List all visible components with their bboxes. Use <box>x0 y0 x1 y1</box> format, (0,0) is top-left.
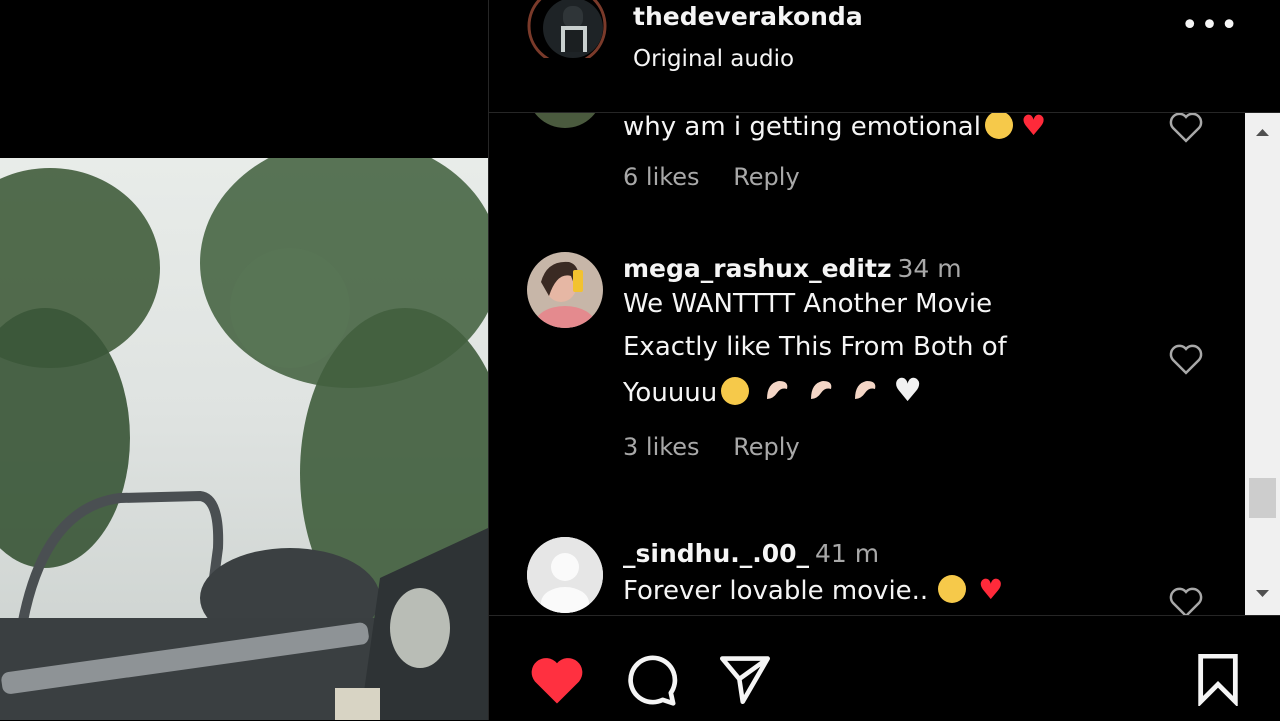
author-avatar[interactable] <box>527 0 607 66</box>
red-heart-emoji: ♥ <box>978 573 1004 606</box>
video-player[interactable] <box>0 0 488 720</box>
comments-list[interactable]: why am i getting emotional ♥ 6 likes Repl… <box>489 112 1245 615</box>
scroll-up-arrow-icon[interactable] <box>1245 118 1280 148</box>
commenter-avatar-default[interactable] <box>527 537 603 613</box>
share-icon[interactable] <box>717 654 773 704</box>
comment-like-heart-icon[interactable] <box>1167 585 1205 615</box>
comment-text: why am i getting emotional ♥ <box>623 112 1123 149</box>
video-frame <box>0 158 488 720</box>
star-struck-emoji <box>938 575 967 603</box>
commenter-avatar[interactable] <box>527 252 603 328</box>
comment-like-heart-icon[interactable] <box>1167 112 1205 144</box>
like-count[interactable]: 6 likes <box>623 163 700 191</box>
comment-text: We WANTTTT Another Movie Exactly like Th… <box>623 289 1007 409</box>
comment-icon[interactable] <box>623 652 679 708</box>
comment-like-heart-icon[interactable] <box>1167 342 1205 376</box>
commenter-avatar[interactable] <box>527 112 603 128</box>
comment-time: 34 m <box>897 254 962 283</box>
pinching-hand-emoji <box>851 376 881 404</box>
scroll-down-arrow-icon[interactable] <box>1245 578 1280 608</box>
pleading-face-emoji <box>721 377 750 405</box>
bookmark-icon[interactable] <box>1195 654 1241 706</box>
comment-meta: 6 likes Reply <box>623 163 1123 191</box>
red-heart-emoji: ♥ <box>1020 112 1047 142</box>
like-count[interactable]: 3 likes <box>623 433 700 461</box>
comments-scrollbar[interactable] <box>1245 112 1280 615</box>
comment-meta: 3 likes Reply <box>623 433 1123 461</box>
pleading-face-emoji <box>984 112 1013 139</box>
comment-text: Forever lovable movie.. ♥ <box>623 573 1004 606</box>
comment-username[interactable]: _sindhu._.00_ <box>623 539 809 568</box>
white-heart-emoji: ♥ <box>893 371 922 409</box>
comment-username[interactable]: mega_rashux_editz <box>623 254 892 283</box>
more-options-button[interactable]: ••• <box>1181 8 1240 43</box>
post-header: thedeverakonda Original audio ••• <box>489 0 1280 113</box>
pinching-hand-emoji <box>763 376 793 404</box>
post-actions-bar <box>489 615 1280 721</box>
author-username[interactable]: thedeverakonda <box>633 2 863 31</box>
comment-time: 41 m <box>815 539 880 568</box>
scrollbar-thumb[interactable] <box>1249 478 1276 518</box>
heart-filled-icon[interactable] <box>527 652 587 706</box>
pinching-hand-emoji <box>807 376 837 404</box>
reply-button[interactable]: Reply <box>733 433 799 461</box>
reply-button[interactable]: Reply <box>733 163 799 191</box>
audio-label[interactable]: Original audio <box>633 46 794 72</box>
